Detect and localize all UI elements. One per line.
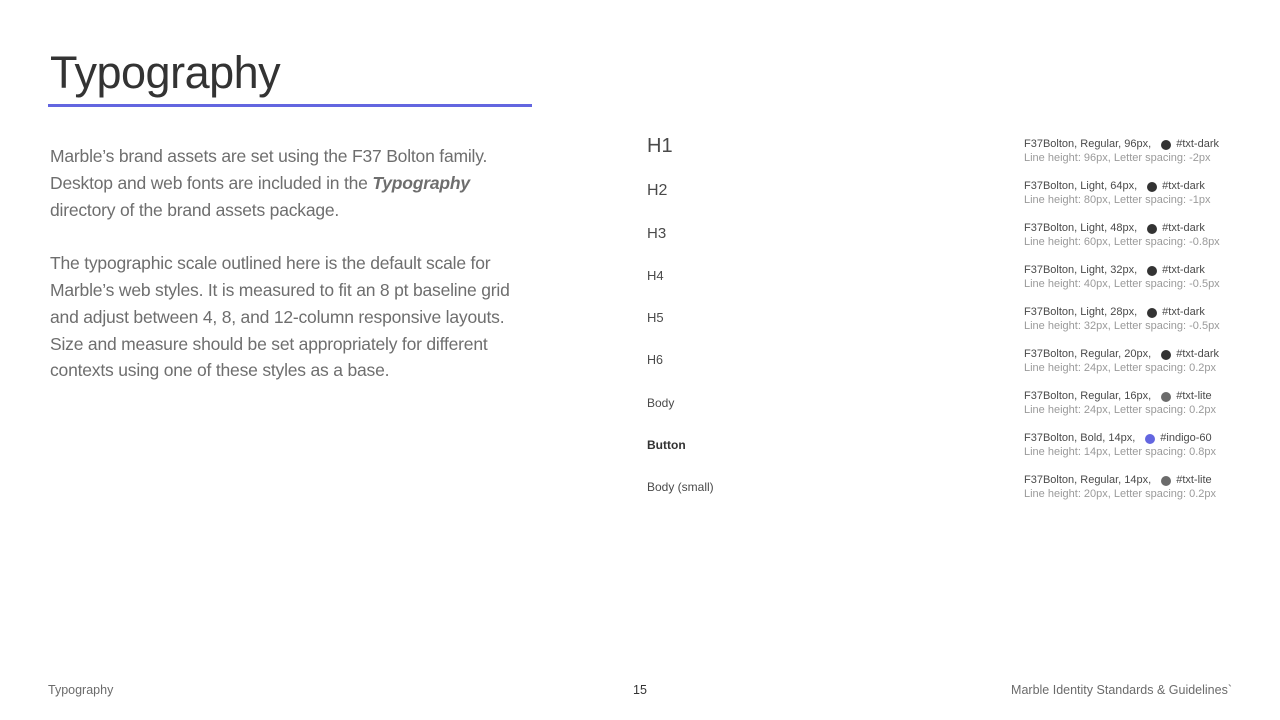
spec-metrics: Line height: 80px, Letter spacing: -1px: [1024, 194, 1211, 206]
style-spec: F37Bolton, Regular, 96px, #txt-dark Line …: [1024, 138, 1254, 165]
color-swatch: [1161, 139, 1172, 150]
color-swatch: [1147, 307, 1158, 318]
style-name-button: Button: [647, 438, 686, 452]
style-name-h3: H3: [647, 225, 667, 242]
color-token: #txt-lite: [1176, 390, 1212, 402]
spec-font: F37Bolton, Regular, 96px,: [1024, 138, 1152, 150]
color-token: #txt-dark: [1176, 138, 1219, 150]
color-token: #txt-dark: [1162, 264, 1205, 276]
color-swatch: [1161, 475, 1172, 486]
color-token: #txt-lite: [1176, 474, 1212, 486]
title-underline: [48, 104, 532, 107]
color-swatch: [1147, 181, 1158, 192]
style-spec: F37Bolton, Regular, 14px, #txt-lite Line …: [1024, 474, 1254, 501]
intro-text: Marble’s brand assets are set using the …: [50, 143, 530, 411]
style-spec: F37Bolton, Light, 28px, #txt-dark Line he…: [1024, 306, 1254, 333]
style-spec: F37Bolton, Bold, 14px, #indigo-60 Line he…: [1024, 432, 1254, 459]
style-name-body: Body: [647, 396, 675, 410]
color-swatch: [1147, 223, 1158, 234]
type-scale-row-h3: H3 F37Bolton, Light, 48px, #txt-dark Line…: [647, 217, 1247, 259]
color-token: #txt-dark: [1162, 306, 1205, 318]
spec-font: F37Bolton, Light, 48px,: [1024, 222, 1138, 234]
intro-paragraph-1-end: directory of the brand assets package.: [50, 199, 340, 220]
type-scale-row-h4: H4 F37Bolton, Light, 32px, #txt-dark Line…: [647, 259, 1247, 301]
color-swatch: [1161, 349, 1172, 360]
color-swatch: [1147, 265, 1158, 276]
type-scale-row-body-small: Body (small) F37Bolton, Regular, 14px, #t…: [647, 469, 1247, 511]
style-spec: F37Bolton, Regular, 16px, #txt-lite Line …: [1024, 390, 1254, 417]
type-scale-row-body: Body F37Bolton, Regular, 16px, #txt-lite …: [647, 385, 1247, 427]
intro-paragraph-1: Marble’s brand assets are set using the …: [50, 143, 530, 223]
spec-font: F37Bolton, Regular, 16px,: [1024, 390, 1152, 402]
color-token: #txt-dark: [1162, 222, 1205, 234]
color-token: #txt-dark: [1162, 180, 1205, 192]
spec-metrics: Line height: 96px, Letter spacing: -2px: [1024, 152, 1211, 164]
style-name-h6: H6: [647, 353, 663, 367]
page-title: Typography: [50, 47, 281, 98]
style-spec: F37Bolton, Regular, 20px, #txt-dark Line …: [1024, 348, 1254, 375]
style-spec: F37Bolton, Light, 48px, #txt-dark Line he…: [1024, 222, 1254, 249]
style-name-h2: H2: [647, 182, 668, 199]
spec-metrics: Line height: 32px, Letter spacing: -0.5p…: [1024, 320, 1220, 332]
spec-font: F37Bolton, Bold, 14px,: [1024, 432, 1136, 444]
spec-metrics: Line height: 24px, Letter spacing: 0.2px: [1024, 404, 1217, 416]
style-name-h1: H1: [647, 135, 673, 157]
spec-metrics: Line height: 40px, Letter spacing: -0.5p…: [1024, 278, 1220, 290]
style-spec: F37Bolton, Light, 64px, #txt-dark Line he…: [1024, 180, 1254, 207]
color-token: #txt-dark: [1176, 348, 1219, 360]
style-name-h4: H4: [647, 268, 664, 283]
intro-paragraph-2: The typographic scale outlined here is t…: [50, 253, 510, 381]
style-spec: F37Bolton, Light, 32px, #txt-dark Line he…: [1024, 264, 1254, 291]
type-scale-row-h2: H2 F37Bolton, Light, 64px, #txt-dark Line…: [647, 175, 1247, 217]
spec-metrics: Line height: 60px, Letter spacing: -0.8p…: [1024, 236, 1220, 248]
type-scale-row-button: Button F37Bolton, Bold, 14px, #indigo-60 …: [647, 427, 1247, 469]
typography-directory-emphasis: Typography: [372, 172, 470, 193]
color-swatch: [1161, 391, 1172, 402]
spec-font: F37Bolton, Regular, 14px,: [1024, 474, 1152, 486]
footer-document-title: Marble Identity Standards & Guidelines`: [1011, 683, 1232, 697]
color-token: #indigo-60: [1160, 432, 1212, 444]
style-name-h5: H5: [647, 310, 664, 325]
type-scale-row-h5: H5 F37Bolton, Light, 28px, #txt-dark Line…: [647, 301, 1247, 343]
spec-font: F37Bolton, Light, 64px,: [1024, 180, 1138, 192]
spec-metrics: Line height: 14px, Letter spacing: 0.8px: [1024, 446, 1217, 458]
type-scale-row-h6: H6 F37Bolton, Regular, 20px, #txt-dark Li…: [647, 343, 1247, 385]
spec-font: F37Bolton, Light, 32px,: [1024, 264, 1138, 276]
spec-font: F37Bolton, Light, 28px,: [1024, 306, 1138, 318]
spec-font: F37Bolton, Regular, 20px,: [1024, 348, 1152, 360]
spec-metrics: Line height: 20px, Letter spacing: 0.2px: [1024, 488, 1217, 500]
color-swatch: [1145, 433, 1156, 444]
style-name-body-small: Body (small): [647, 480, 714, 494]
type-scale-row-h1: H1 F37Bolton, Regular, 96px, #txt-dark Li…: [647, 133, 1247, 175]
spec-metrics: Line height: 24px, Letter spacing: 0.2px: [1024, 362, 1217, 374]
